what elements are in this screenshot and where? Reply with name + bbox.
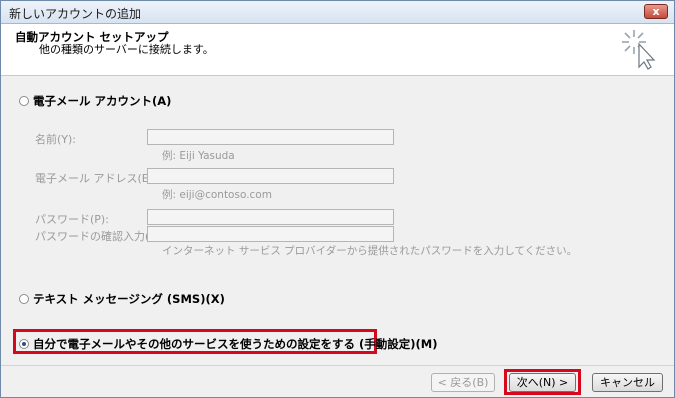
header-subtitle: 他の種類のサーバーに接続します。 — [39, 43, 214, 56]
name-hint: 例: Eiji Yasuda — [162, 150, 235, 162]
wizard-sparkle-cursor-icon — [622, 30, 656, 70]
close-button[interactable]: x — [644, 4, 668, 19]
manual-setup-label: 自分で電子メールやその他のサービスを使うための設定をする (手動設定)(M) — [33, 337, 438, 351]
password-confirm-label: パスワードの確認入力(T): — [35, 230, 165, 243]
email-account-radio[interactable] — [19, 96, 29, 106]
wizard-content: 電子メール アカウント(A) 名前(Y): 例: Eiji Yasuda 電子メ… — [1, 76, 674, 366]
button-bar: < 戻る(B) 次へ(N) > キャンセル — [1, 365, 674, 397]
back-button[interactable]: < 戻る(B) — [431, 373, 495, 392]
email-account-label: 電子メール アカウント(A) — [33, 94, 172, 108]
password-hint: インターネット サービス プロバイダーから提供されたパスワードを入力してください… — [162, 245, 578, 257]
sms-label: テキスト メッセージング (SMS)(X) — [33, 292, 225, 306]
add-account-dialog: 新しいアカウントの追加 x 自動アカウント セットアップ 他の種類のサーバーに接… — [0, 0, 675, 398]
manual-setup-radio[interactable] — [19, 339, 29, 349]
title-bar: 新しいアカウントの追加 x — [1, 1, 674, 24]
password-label: パスワード(P): — [35, 213, 109, 226]
password-confirm-field[interactable] — [147, 226, 394, 242]
name-label: 名前(Y): — [35, 133, 77, 146]
cancel-button[interactable]: キャンセル — [592, 373, 663, 392]
window-title: 新しいアカウントの追加 — [9, 7, 142, 21]
email-address-label: 電子メール アドレス(E): — [35, 172, 157, 185]
sms-radio[interactable] — [19, 294, 29, 304]
sms-option[interactable]: テキスト メッセージング (SMS)(X) — [19, 291, 225, 307]
password-field[interactable] — [147, 209, 394, 225]
email-account-option[interactable]: 電子メール アカウント(A) — [19, 93, 171, 109]
email-hint: 例: eiji@contoso.com — [162, 189, 272, 201]
next-button[interactable]: 次へ(N) > — [509, 373, 576, 392]
name-field[interactable] — [147, 129, 394, 145]
wizard-header: 自動アカウント セットアップ 他の種類のサーバーに接続します。 — [1, 24, 674, 76]
close-icon: x — [652, 5, 660, 18]
manual-setup-option[interactable]: 自分で電子メールやその他のサービスを使うための設定をする (手動設定)(M) — [19, 336, 437, 352]
email-address-field[interactable] — [147, 168, 394, 184]
